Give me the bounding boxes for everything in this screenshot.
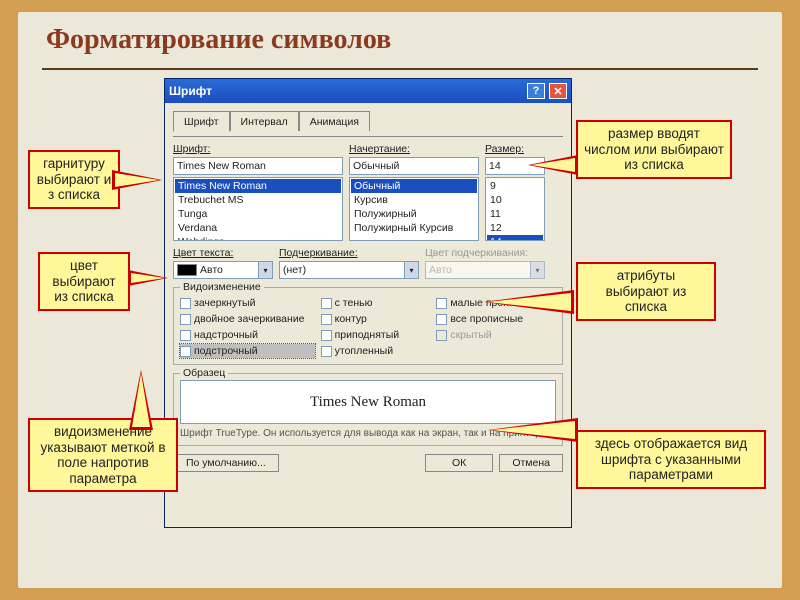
style-list[interactable]: Обычный Курсив Полужирный Полужирный Кур… — [349, 177, 479, 241]
chk-double-strike[interactable]: двойное зачеркивание — [180, 312, 315, 326]
slide-title: Форматирование символов — [46, 24, 391, 56]
callout-pointer — [129, 370, 153, 430]
button-row: По умолчанию... ОК Отмена — [173, 454, 563, 472]
size-label: Размер: — [485, 143, 545, 155]
effects-legend: Видоизменение — [180, 281, 264, 293]
preview-legend: Образец — [180, 367, 228, 379]
chk-shadow[interactable]: с тенью — [321, 296, 431, 310]
dialog-title: Шрифт — [169, 84, 523, 98]
chk-engrave[interactable]: утопленный — [321, 344, 431, 358]
underline-label: Подчеркивание: — [279, 247, 419, 259]
color-swatch — [177, 264, 197, 276]
size-option[interactable]: 11 — [487, 207, 543, 221]
chk-hidden[interactable]: скрытый — [436, 328, 556, 342]
style-label: Начертание: — [349, 143, 479, 155]
chk-superscript[interactable]: надстрочный — [180, 328, 315, 342]
chevron-down-icon: ▾ — [530, 262, 544, 278]
divider — [42, 68, 758, 70]
color-label: Цвет текста: — [173, 247, 273, 259]
font-option[interactable]: Trebuchet MS — [175, 193, 341, 207]
chk-outline[interactable]: контур — [321, 312, 431, 326]
font-option[interactable]: Tunga — [175, 207, 341, 221]
style-option[interactable]: Полужирный — [351, 207, 477, 221]
tab-animation[interactable]: Анимация — [299, 111, 370, 131]
underline-combo[interactable]: (нет) ▾ — [279, 261, 419, 279]
callout-preview: здесь отображается вид шрифта с указанны… — [576, 430, 766, 489]
color-value: Авто — [200, 264, 223, 276]
size-option[interactable]: 9 — [487, 179, 543, 193]
style-option[interactable]: Курсив — [351, 193, 477, 207]
chk-subscript[interactable]: подстрочный — [180, 344, 315, 358]
underline-value: (нет) — [280, 262, 404, 278]
tab-strip: Шрифт Интервал Анимация — [173, 111, 563, 131]
help-button[interactable]: ? — [527, 83, 545, 99]
cancel-button[interactable]: Отмена — [499, 454, 563, 472]
callout-effects: видоизменение указывают меткой в поле на… — [28, 418, 178, 492]
callout-pointer — [112, 170, 162, 190]
size-option[interactable]: 10 — [487, 193, 543, 207]
color-combo[interactable]: Авто ▾ — [173, 261, 273, 279]
size-option[interactable]: 12 — [487, 221, 543, 235]
style-option[interactable]: Обычный — [351, 179, 477, 193]
size-option[interactable]: 14 — [487, 235, 543, 241]
callout-pointer — [484, 290, 574, 314]
font-option[interactable]: Times New Roman — [175, 179, 341, 193]
callout-pointer — [488, 418, 578, 442]
tab-underline — [173, 136, 563, 137]
size-list[interactable]: 9 10 11 12 14 — [485, 177, 545, 241]
chk-allcaps[interactable]: все прописные — [436, 312, 556, 326]
chevron-down-icon[interactable]: ▾ — [404, 262, 418, 278]
titlebar: Шрифт ? ✕ — [165, 79, 571, 103]
callout-size: размер вводят числом или выбирают из спи… — [576, 120, 732, 179]
font-label: Шрифт: — [173, 143, 343, 155]
tab-spacing[interactable]: Интервал — [230, 111, 299, 131]
font-input[interactable]: Times New Roman — [173, 157, 343, 175]
close-button[interactable]: ✕ — [549, 83, 567, 99]
callout-garniture: гарнитуру выбирают и з списка — [28, 150, 120, 209]
ul-color-combo: Авто ▾ — [425, 261, 545, 279]
callout-attr: атрибуты выбирают из списка — [576, 262, 716, 321]
font-option[interactable]: Webdings — [175, 235, 341, 241]
ul-color-value: Авто — [426, 262, 530, 278]
ok-button[interactable]: ОК — [425, 454, 493, 472]
style-input[interactable]: Обычный — [349, 157, 479, 175]
ul-color-label: Цвет подчеркивания: — [425, 247, 545, 259]
callout-color: цвет выбирают из списка — [38, 252, 130, 311]
style-option[interactable]: Полужирный Курсив — [351, 221, 477, 235]
default-button[interactable]: По умолчанию... — [173, 454, 279, 472]
chevron-down-icon[interactable]: ▾ — [258, 262, 272, 278]
callout-pointer — [528, 155, 578, 175]
font-option[interactable]: Verdana — [175, 221, 341, 235]
chk-strikethrough[interactable]: зачеркнутый — [180, 296, 315, 310]
callout-pointer — [128, 270, 168, 286]
chk-emboss[interactable]: приподнятый — [321, 328, 431, 342]
font-list[interactable]: Times New Roman Trebuchet MS Tunga Verda… — [173, 177, 343, 241]
tab-font[interactable]: Шрифт — [173, 111, 230, 132]
